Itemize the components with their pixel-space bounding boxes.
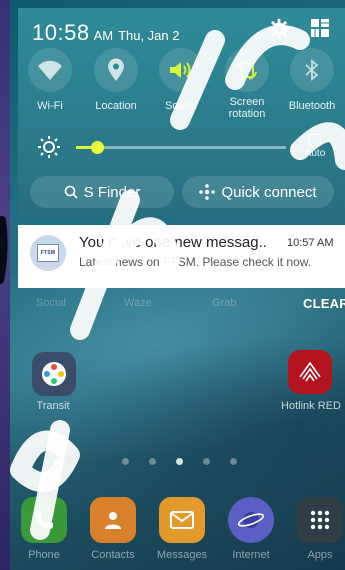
toggle-bluetooth-circle (290, 48, 334, 92)
notification-title: You have one new messag.. (79, 234, 267, 251)
toggle-location[interactable]: Location (84, 48, 148, 112)
toggle-bluetooth[interactable]: Bluetooth (280, 48, 344, 112)
page-dot (122, 458, 129, 465)
toggle-screen-rotation[interactable]: Screen rotation (215, 48, 279, 120)
dock-phone-label: Phone (28, 549, 60, 561)
brightness-slider-thumb[interactable] (91, 141, 104, 154)
clear-notifications-button[interactable]: CLEAR (303, 296, 345, 311)
phone-icon (35, 511, 53, 529)
toggle-bluetooth-label: Bluetooth (288, 100, 336, 112)
dock-apps-label: Apps (307, 549, 333, 561)
toggle-location-circle (94, 48, 138, 92)
screen-rotation-icon (237, 60, 257, 80)
left-edge-strip (0, 0, 10, 570)
status-ampm: AM (93, 28, 114, 43)
apps-grid-icon (310, 510, 330, 530)
transit-app-label: Transit (36, 400, 70, 412)
brightness-slider[interactable] (76, 141, 286, 154)
dock-messages-label: Messages (156, 549, 208, 561)
wifi-icon (38, 60, 62, 80)
home-label-waze: Waze (124, 297, 152, 309)
dock-apps[interactable] (297, 497, 343, 543)
s-finder-button[interactable]: S Finder (30, 176, 174, 208)
notification-time: 10:57 AM (287, 237, 334, 249)
page-dot (149, 458, 156, 465)
toggle-screen-rotation-label: Screen rotation (228, 96, 266, 120)
status-date: Thu, Jan 2 (118, 28, 180, 43)
internet-icon (237, 512, 265, 528)
gear-icon[interactable] (268, 18, 290, 40)
home-label-social: Social (36, 297, 66, 309)
auto-checkbox-icon (309, 134, 321, 146)
dock-internet[interactable] (228, 497, 274, 543)
page-dot (230, 458, 237, 465)
toggle-sound-circle (159, 48, 203, 92)
page-dot-active (176, 458, 183, 465)
dock-contacts[interactable] (90, 497, 136, 543)
toggle-sound[interactable]: Sound (149, 48, 213, 112)
notification-app-avatar: FTSM (30, 235, 66, 271)
toggle-sound-label: Sound (165, 100, 197, 112)
page-dot (203, 458, 210, 465)
quick-settings-panel: 10:58 AM Thu, Jan 2 Wi-Fi Location Sound… (18, 8, 345, 218)
brightness-auto-label: Auto (304, 148, 326, 159)
status-row: 10:58 AM Thu, Jan 2 (32, 20, 180, 46)
status-clock: 10:58 (32, 20, 90, 45)
edit-toggles-grid-icon[interactable] (310, 18, 330, 38)
notification-body: Latest news on FTSM. Please check it now… (79, 255, 312, 269)
transit-app-icon[interactable] (32, 352, 76, 396)
toggle-wifi-label: Wi-Fi (37, 100, 63, 112)
quick-connect-icon (199, 184, 216, 200)
hotlink-icon (299, 361, 321, 382)
dock-phone[interactable] (21, 497, 67, 543)
quick-connect-label: Quick connect (221, 183, 317, 201)
notification-card[interactable]: FTSM You have one new messag.. 10:57 AM … (18, 225, 345, 288)
brightness-auto-toggle[interactable]: Auto (300, 134, 330, 159)
toggle-location-label: Location (95, 100, 137, 112)
contacts-icon (105, 512, 121, 529)
hotlink-red-app-label: Hotlink RED (281, 400, 341, 412)
hotlink-red-app-icon[interactable] (288, 350, 332, 394)
brightness-row: Auto (18, 132, 345, 162)
quick-connect-button[interactable]: Quick connect (182, 176, 334, 208)
dock-internet-label: Internet (232, 549, 270, 561)
home-label-grab: Grab (212, 297, 237, 309)
s-finder-search-icon (64, 185, 78, 199)
toggle-wifi-circle (28, 48, 72, 92)
dock-messages[interactable] (159, 497, 205, 543)
ftsm-logo: FTSM (37, 244, 59, 262)
messages-icon (170, 511, 194, 529)
bluetooth-icon (305, 59, 319, 81)
sound-icon (170, 62, 191, 78)
home-page-indicator (122, 458, 237, 465)
toggle-screen-rotation-circle (225, 48, 269, 92)
transit-icon (42, 362, 66, 386)
s-finder-label: S Finder (83, 183, 141, 201)
quick-toggles-row: Wi-Fi Location Sound Screen rotation Blu… (18, 48, 345, 128)
dock-contacts-label: Contacts (91, 549, 135, 561)
brightness-sun-icon (38, 136, 60, 158)
location-icon (108, 58, 124, 81)
toggle-wifi[interactable]: Wi-Fi (18, 48, 82, 112)
